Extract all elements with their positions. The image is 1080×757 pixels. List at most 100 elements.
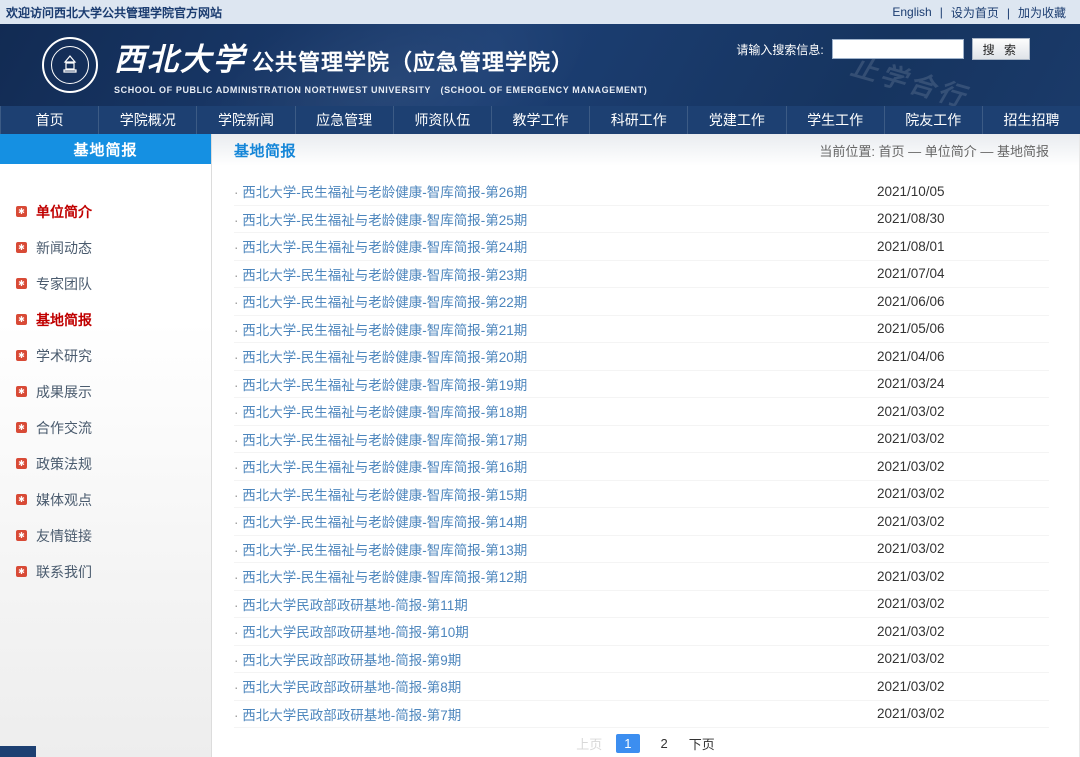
bulletin-link[interactable]: 西北大学民政部政研基地-简报-第9期 [234, 649, 461, 669]
university-seal-icon [42, 37, 98, 93]
bulletin-date: 2021/03/02 [877, 514, 1049, 529]
bulletin-link[interactable]: 西北大学-民生福祉与老龄健康-智库简报-第16期 [234, 456, 527, 476]
nav-item[interactable]: 招生招聘 [982, 106, 1080, 134]
bulletin-date: 2021/05/06 [877, 321, 1049, 336]
sidebar-item[interactable]: ✱ 单位简介 [16, 198, 211, 225]
sidebar-item[interactable]: ✱ 成果展示 [16, 378, 211, 405]
sidebar-item[interactable]: ✱ 学术研究 [16, 342, 211, 369]
sidebar-item-label: 友情链接 [36, 526, 92, 546]
site-header: 西北大学 公共管理学院（应急管理学院） SCHOOL OF PUBLIC ADM… [0, 24, 1080, 106]
bulletin-link[interactable]: 西北大学-民生福祉与老龄健康-智库简报-第12期 [234, 566, 527, 586]
bulletin-date: 2021/03/02 [877, 569, 1049, 584]
sidebar-item-label: 合作交流 [36, 418, 92, 438]
pagination: 上页 1 2 下页 [212, 734, 1079, 753]
bulletin-link[interactable]: 西北大学-民生福祉与老龄健康-智库简报-第13期 [234, 539, 527, 559]
sidebar-item-label: 新闻动态 [36, 238, 92, 258]
bulletin-link[interactable]: 西北大学民政部政研基地-简报-第11期 [234, 594, 468, 614]
bulletin-link[interactable]: 西北大学-民生福祉与老龄健康-智库简报-第15期 [234, 484, 527, 504]
sidebar-item-label: 专家团队 [36, 274, 92, 294]
nav-item[interactable]: 科研工作 [589, 106, 687, 134]
bulletin-link[interactable]: 西北大学-民生福祉与老龄健康-智库简报-第19期 [234, 374, 527, 394]
nav-item[interactable]: 师资队伍 [393, 106, 491, 134]
sidebar: 基地简报 ✱ 单位简介 ✱ 新闻动态 ✱ 专家团队 ✱ [0, 134, 212, 757]
red-square-bullet-icon: ✱ [16, 566, 27, 577]
bulletin-link[interactable]: 西北大学-民生福祉与老龄健康-智库简报-第14期 [234, 511, 527, 531]
bulletin-link[interactable]: 西北大学-民生福祉与老龄健康-智库简报-第24期 [234, 236, 527, 256]
nav-item[interactable]: 党建工作 [687, 106, 785, 134]
footer-strip [0, 746, 36, 757]
sidebar-item[interactable]: ✱ 友情链接 [16, 522, 211, 549]
sidebar-item[interactable]: ✱ 专家团队 [16, 270, 211, 297]
nav-item[interactable]: 首页 [0, 106, 98, 134]
nav-item[interactable]: 教学工作 [491, 106, 589, 134]
bulletin-link[interactable]: 西北大学-民生福祉与老龄健康-智库简报-第22期 [234, 291, 527, 311]
bulletin-link[interactable]: 西北大学-民生福祉与老龄健康-智库简报-第18期 [234, 401, 527, 421]
red-square-bullet-icon: ✱ [16, 206, 27, 217]
nav-item[interactable]: 院友工作 [884, 106, 982, 134]
search-label: 请输入搜索信息: [736, 41, 823, 58]
nav-item[interactable]: 学生工作 [786, 106, 884, 134]
pagination-page-2[interactable]: 2 [654, 734, 675, 753]
search-input[interactable] [832, 39, 964, 59]
bulletin-link[interactable]: 西北大学-民生福祉与老龄健康-智库简报-第20期 [234, 346, 527, 366]
bulletin-link[interactable]: 西北大学-民生福祉与老龄健康-智库简报-第23期 [234, 264, 527, 284]
list-item: 西北大学-民生福祉与老龄健康-智库简报-第25期 2021/08/30 [234, 206, 1049, 234]
list-item: 西北大学-民生福祉与老龄健康-智库简报-第19期 2021/03/24 [234, 371, 1049, 399]
main-area: 基地简报 ✱ 单位简介 ✱ 新闻动态 ✱ 专家团队 ✱ [0, 134, 1080, 757]
list-item: 西北大学民政部政研基地-简报-第8期 2021/03/02 [234, 673, 1049, 701]
red-square-bullet-icon: ✱ [16, 386, 27, 397]
sidebar-item[interactable]: ✱ 合作交流 [16, 414, 211, 441]
bulletin-date: 2021/03/02 [877, 706, 1049, 721]
page-title: 基地简报 [234, 140, 296, 161]
top-link-set-homepage[interactable]: 设为首页 [947, 4, 1014, 21]
bulletin-date: 2021/03/02 [877, 486, 1049, 501]
list-item: 西北大学-民生福祉与老龄健康-智库简报-第23期 2021/07/04 [234, 261, 1049, 289]
bulletin-link[interactable]: 西北大学-民生福祉与老龄健康-智库简报-第21期 [234, 319, 527, 339]
bulletin-link[interactable]: 西北大学-民生福祉与老龄健康-智库简报-第25期 [234, 209, 527, 229]
school-name-english: SCHOOL OF PUBLIC ADMINISTRATION NORTHWES… [114, 83, 647, 96]
list-item: 西北大学-民生福祉与老龄健康-智库简报-第17期 2021/03/02 [234, 426, 1049, 454]
nav-item[interactable]: 应急管理 [295, 106, 393, 134]
breadcrumb: 当前位置: 首页 — 单位简介 — 基地简报 [819, 141, 1049, 160]
list-item: 西北大学-民生福祉与老龄健康-智库简报-第12期 2021/03/02 [234, 563, 1049, 591]
top-link-english[interactable]: English [888, 5, 946, 19]
bulletin-date: 2021/04/06 [877, 349, 1049, 364]
sidebar-item-label: 媒体观点 [36, 490, 92, 510]
bulletin-date: 2021/03/02 [877, 541, 1049, 556]
list-item: 西北大学-民生福祉与老龄健康-智库简报-第16期 2021/03/02 [234, 453, 1049, 481]
list-item: 西北大学-民生福祉与老龄健康-智库简报-第18期 2021/03/02 [234, 398, 1049, 426]
bulletin-link[interactable]: 西北大学民政部政研基地-简报-第7期 [234, 704, 461, 724]
list-item: 西北大学民政部政研基地-简报-第7期 2021/03/02 [234, 701, 1049, 729]
welcome-text: 欢迎访问西北大学公共管理学院官方网站 [6, 4, 222, 21]
red-square-bullet-icon: ✱ [16, 314, 27, 325]
red-square-bullet-icon: ✱ [16, 458, 27, 469]
list-item: 西北大学-民生福祉与老龄健康-智库简报-第20期 2021/04/06 [234, 343, 1049, 371]
list-item: 西北大学-民生福祉与老龄健康-智库简报-第26期 2021/10/05 [234, 178, 1049, 206]
bulletin-date: 2021/03/02 [877, 624, 1049, 639]
pagination-page-1[interactable]: 1 [616, 734, 639, 753]
sidebar-item-label: 成果展示 [36, 382, 92, 402]
sidebar-item[interactable]: ✱ 联系我们 [16, 558, 211, 585]
sidebar-item[interactable]: ✱ 政策法规 [16, 450, 211, 477]
nav-item[interactable]: 学院新闻 [196, 106, 294, 134]
pagination-next[interactable]: 下页 [689, 734, 715, 753]
red-square-bullet-icon: ✱ [16, 350, 27, 361]
bulletin-link[interactable]: 西北大学民政部政研基地-简报-第10期 [234, 621, 469, 641]
bulletin-date: 2021/07/04 [877, 266, 1049, 281]
sidebar-item[interactable]: ✱ 新闻动态 [16, 234, 211, 261]
sidebar-item-label: 单位简介 [36, 202, 92, 222]
bulletin-link[interactable]: 西北大学-民生福祉与老龄健康-智库简报-第17期 [234, 429, 527, 449]
bulletin-link[interactable]: 西北大学-民生福祉与老龄健康-智库简报-第26期 [234, 181, 527, 201]
sidebar-item[interactable]: ✱ 基地简报 [16, 306, 211, 333]
bulletin-date: 2021/08/01 [877, 239, 1049, 254]
logo-area[interactable]: 西北大学 公共管理学院（应急管理学院） SCHOOL OF PUBLIC ADM… [42, 34, 647, 96]
list-item: 西北大学民政部政研基地-简报-第9期 2021/03/02 [234, 646, 1049, 674]
bulletin-date: 2021/03/02 [877, 404, 1049, 419]
search-button[interactable]: 搜 索 [972, 38, 1030, 60]
bulletin-date: 2021/03/24 [877, 376, 1049, 391]
sidebar-item[interactable]: ✱ 媒体观点 [16, 486, 211, 513]
nav-item[interactable]: 学院概况 [98, 106, 196, 134]
sidebar-item-label: 联系我们 [36, 562, 92, 582]
bulletin-link[interactable]: 西北大学民政部政研基地-简报-第8期 [234, 676, 461, 696]
top-link-add-favorite[interactable]: 加为收藏 [1014, 4, 1070, 21]
